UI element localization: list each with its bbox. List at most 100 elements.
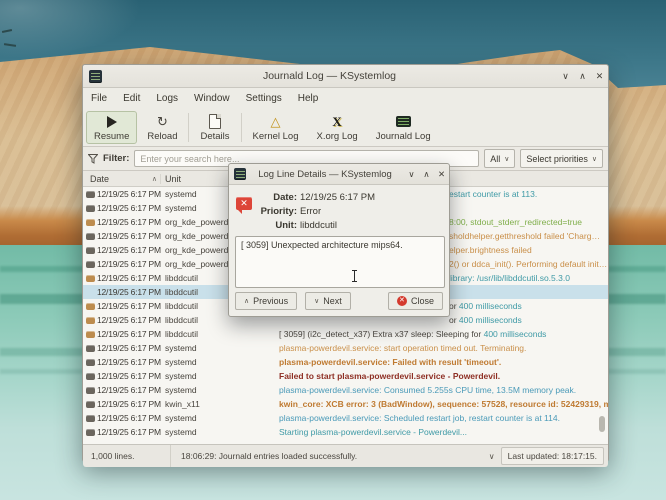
log-date: 12/19/25 6:17 PM xyxy=(97,371,161,381)
chevron-down-icon: ∨ xyxy=(314,297,319,305)
xorg-x-icon: X xyxy=(332,114,341,130)
close-button[interactable]: ✕ Close xyxy=(388,292,443,310)
close-icon[interactable]: ✕ xyxy=(434,169,449,180)
field-selector-dropdown[interactable]: All ∨ xyxy=(484,149,515,168)
window-titlebar[interactable]: Journald Log — KSystemlog ∨ ∧ ✕ xyxy=(83,65,608,88)
log-date: 12/19/25 6:17 PM xyxy=(97,287,161,297)
log-date: 12/19/25 6:17 PM xyxy=(97,315,161,325)
kernel-triangle-icon: △ xyxy=(271,114,281,130)
log-date: 12/19/25 6:17 PM xyxy=(97,357,161,367)
journald-terminal-icon xyxy=(396,114,411,130)
window-title: Journald Log — KSystemlog xyxy=(102,70,557,82)
log-unit: systemd xyxy=(161,385,279,395)
log-date: 12/19/25 6:17 PM xyxy=(97,231,161,241)
reload-label: Reload xyxy=(147,131,177,142)
previous-button[interactable]: ∧ Previous xyxy=(235,292,297,310)
app-icon xyxy=(234,168,246,180)
log-unit: systemd xyxy=(161,357,279,367)
details-button[interactable]: Details xyxy=(192,111,237,144)
menu-logs[interactable]: Logs xyxy=(148,90,186,107)
log-row[interactable]: 12/19/25 6:17 PMsystemdplasma-powerdevil… xyxy=(83,411,608,425)
log-row[interactable]: 12/19/25 6:17 PMsystemdplasma-powerdevil… xyxy=(83,341,608,355)
priority-field-value: Error xyxy=(300,205,321,219)
log-message: [ 3059] (i2c_detect_x37) Extra x37 sleep… xyxy=(279,329,608,339)
log-row[interactable]: 12/19/25 6:17 PMsystemdplasma-powerdevil… xyxy=(83,383,608,397)
next-button[interactable]: ∨ Next xyxy=(305,292,351,310)
menu-help[interactable]: Help xyxy=(290,90,327,107)
close-label: Close xyxy=(411,296,434,306)
field-selector-value: All xyxy=(490,154,500,164)
minimize-icon[interactable]: ∨ xyxy=(404,169,419,180)
maximize-icon[interactable]: ∧ xyxy=(574,71,591,82)
log-message: plasma-powerdevil.service: Consumed 5.25… xyxy=(279,385,608,395)
dialog-fields: Date: 12/19/25 6:17 PM Priority: Error U… xyxy=(229,185,449,233)
chevron-down-icon: ∨ xyxy=(504,155,509,163)
kernel-log-button[interactable]: △ Kernel Log xyxy=(245,111,307,144)
log-date: 12/19/25 6:17 PM xyxy=(97,301,161,311)
log-date: 12/19/25 6:17 PM xyxy=(97,217,161,227)
reload-icon: ↻ xyxy=(157,114,168,130)
date-field-value: 12/19/25 6:17 PM xyxy=(300,191,375,205)
dialog-titlebar[interactable]: Log Line Details — KSystemlog ∨ ∧ ✕ xyxy=(229,164,449,185)
last-updated: Last updated: 18:17:15. xyxy=(501,447,604,465)
close-circle-icon: ✕ xyxy=(397,296,407,306)
chevron-up-icon: ∧ xyxy=(244,297,249,305)
log-row[interactable]: 12/19/25 6:17 PMsystemdFailed to start p… xyxy=(83,369,608,383)
next-label: Next xyxy=(323,296,342,306)
journald-log-label: Journald Log xyxy=(376,131,431,142)
journald-log-button[interactable]: Journald Log xyxy=(368,111,439,144)
info-bubble-icon xyxy=(83,191,97,198)
log-date: 12/19/25 6:17 PM xyxy=(97,259,161,269)
menu-window[interactable]: Window xyxy=(186,90,238,107)
toolbar-separator xyxy=(241,113,242,142)
vertical-scrollbar[interactable] xyxy=(599,416,605,432)
log-unit: systemd xyxy=(161,371,279,381)
log-row[interactable]: 12/19/25 6:17 PMsystemdplasma-powerdevil… xyxy=(83,355,608,369)
play-icon xyxy=(107,114,117,130)
line-count: 1,000 lines. xyxy=(83,445,171,467)
info-bubble-icon xyxy=(83,233,97,240)
kernel-log-label: Kernel Log xyxy=(253,131,299,142)
log-message: Failed to start plasma-powerdevil.servic… xyxy=(279,371,608,381)
info-bubble-icon xyxy=(83,261,97,268)
filter-label: Filter: xyxy=(103,153,129,164)
info-bubble-icon xyxy=(83,387,97,394)
chevron-down-icon: ∨ xyxy=(592,155,597,163)
priorities-dropdown[interactable]: Select priorities ∨ xyxy=(520,149,603,168)
status-bar: 1,000 lines. 18:06:29: Journald entries … xyxy=(83,444,608,467)
toolbar: Resume ↻ Reload Details △ Kernel Log X X… xyxy=(83,109,608,147)
resume-button[interactable]: Resume xyxy=(86,111,137,144)
log-row[interactable]: 12/19/25 6:17 PMlibddcutil[ 3059] (i2c_d… xyxy=(83,327,608,341)
log-message: kwin_core: XCB error: 3 (BadWindow), seq… xyxy=(279,399,608,409)
unit-field-value: libddcutil xyxy=(300,219,337,233)
dialog-title: Log Line Details — KSystemlog xyxy=(246,169,404,180)
dialog-buttons: ∧ Previous ∨ Next ✕ Close xyxy=(229,292,449,310)
xorg-log-button[interactable]: X X.org Log xyxy=(308,111,365,144)
log-date: 12/19/25 6:17 PM xyxy=(97,427,161,437)
log-unit: libddcutil xyxy=(161,329,279,339)
log-message-text: [ 3059] Unexpected architecture mips64. xyxy=(241,240,403,250)
log-row[interactable]: 12/19/25 6:17 PMsystemdStarting plasma-p… xyxy=(83,425,608,439)
menu-edit[interactable]: Edit xyxy=(115,90,148,107)
close-icon[interactable]: ✕ xyxy=(591,71,608,82)
log-row[interactable]: 12/19/25 6:17 PMkwin_x11kwin_core: XCB e… xyxy=(83,397,608,411)
warning-bubble-icon xyxy=(83,303,97,310)
funnel-icon xyxy=(88,154,98,164)
info-bubble-icon xyxy=(83,359,97,366)
info-bubble-icon xyxy=(83,205,97,212)
log-date: 12/19/25 6:17 PM xyxy=(97,329,161,339)
reload-button[interactable]: ↻ Reload xyxy=(139,111,185,144)
priority-field-label: Priority: xyxy=(255,205,297,219)
minimize-icon[interactable]: ∨ xyxy=(557,71,574,82)
resume-label: Resume xyxy=(94,131,129,142)
log-date: 12/19/25 6:17 PM xyxy=(97,245,161,255)
menu-file[interactable]: File xyxy=(83,90,115,107)
no-icon xyxy=(83,289,97,296)
log-message: plasma-powerdevil.service: Failed with r… xyxy=(279,357,608,367)
menu-settings[interactable]: Settings xyxy=(238,90,290,107)
log-message-textarea[interactable]: [ 3059] Unexpected architecture mips64. xyxy=(235,236,445,288)
document-icon xyxy=(209,114,221,130)
maximize-icon[interactable]: ∧ xyxy=(419,169,434,180)
chevron-down-icon[interactable]: ∨ xyxy=(483,452,501,461)
column-header-date[interactable]: Date ∧ xyxy=(83,174,161,184)
